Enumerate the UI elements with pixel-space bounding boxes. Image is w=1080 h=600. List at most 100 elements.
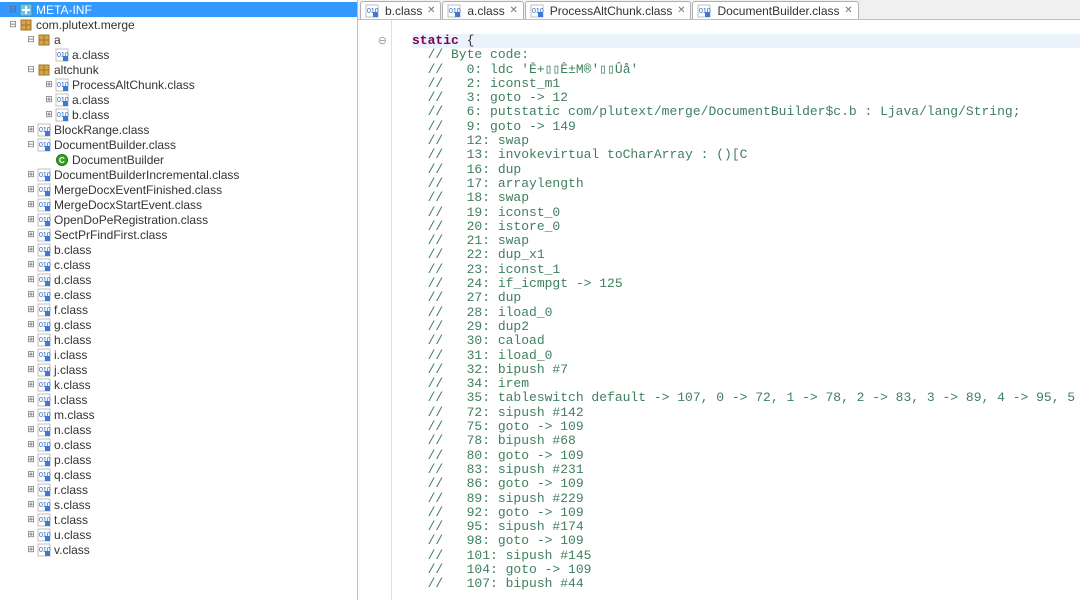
tree-item[interactable]: ⊞010OpenDoPeRegistration.class xyxy=(0,212,357,227)
tree-item[interactable]: ⊞010a.class xyxy=(0,47,357,62)
collapse-icon[interactable]: ⊟ xyxy=(8,20,18,30)
tree-item[interactable]: ⊞010n.class xyxy=(0,422,357,437)
expand-icon[interactable]: ⊞ xyxy=(26,485,36,495)
editor-tab[interactable]: 010DocumentBuilder.class✕ xyxy=(692,1,858,19)
expand-icon[interactable]: ⊞ xyxy=(26,455,36,465)
code-line[interactable]: // 12: swap xyxy=(412,134,1080,148)
code-line[interactable]: // 0: ldc 'Ě+▯▯Ê±M®'▯▯Ûå' xyxy=(412,63,1080,77)
tree-item[interactable]: ⊞010h.class xyxy=(0,332,357,347)
code-line[interactable]: // 28: iload_0 xyxy=(412,306,1080,320)
expand-icon[interactable]: ⊞ xyxy=(26,410,36,420)
code-line[interactable]: // 17: arraylength xyxy=(412,177,1080,191)
tree-item[interactable]: ⊞010MergeDocxStartEvent.class xyxy=(0,197,357,212)
code-line[interactable]: // 104: goto -> 109 xyxy=(412,563,1080,577)
tree-item[interactable]: ⊞CDocumentBuilder xyxy=(0,152,357,167)
tree-item[interactable]: ⊞010u.class xyxy=(0,527,357,542)
tree-item[interactable]: ⊞010f.class xyxy=(0,302,357,317)
expand-icon[interactable]: ⊞ xyxy=(26,530,36,540)
code-line[interactable]: // 3: goto -> 12 xyxy=(412,91,1080,105)
package-explorer[interactable]: ⊟META-INF⊟com.plutext.merge⊟a⊞010a.class… xyxy=(0,0,358,600)
close-icon[interactable]: ✕ xyxy=(676,5,686,16)
expand-icon[interactable]: ⊞ xyxy=(26,230,36,240)
code-line[interactable]: // 101: sipush #145 xyxy=(412,549,1080,563)
collapse-icon[interactable]: ⊟ xyxy=(26,140,36,150)
code-line[interactable]: // 29: dup2 xyxy=(412,320,1080,334)
expand-icon[interactable]: ⊞ xyxy=(26,545,36,555)
tree-item[interactable]: ⊟META-INF xyxy=(0,2,357,17)
expand-icon[interactable]: ⊞ xyxy=(26,440,36,450)
collapse-icon[interactable]: ⊟ xyxy=(26,35,36,45)
expand-icon[interactable]: ⊞ xyxy=(26,380,36,390)
tree-item[interactable]: ⊞010k.class xyxy=(0,377,357,392)
editor-tab[interactable]: 010b.class✕ xyxy=(360,1,441,19)
tree-item[interactable]: ⊟com.plutext.merge xyxy=(0,17,357,32)
code-line[interactable]: // 6: putstatic com/plutext/merge/Docume… xyxy=(412,105,1080,119)
code-line[interactable]: static { xyxy=(412,34,1080,48)
tree-item[interactable]: ⊞010p.class xyxy=(0,452,357,467)
code-line[interactable]: // 32: bipush #7 xyxy=(412,363,1080,377)
expand-icon[interactable]: ⊞ xyxy=(26,320,36,330)
expand-icon[interactable]: ⊞ xyxy=(26,200,36,210)
close-icon[interactable]: ✕ xyxy=(509,5,519,16)
editor-tab[interactable]: 010a.class✕ xyxy=(442,1,523,19)
tree-item[interactable]: ⊟a xyxy=(0,32,357,47)
collapse-icon[interactable]: ⊟ xyxy=(8,5,18,15)
close-icon[interactable]: ✕ xyxy=(426,5,436,16)
expand-icon[interactable]: ⊞ xyxy=(26,125,36,135)
tree-item[interactable]: ⊞010MergeDocxEventFinished.class xyxy=(0,182,357,197)
code-line[interactable]: // 89: sipush #229 xyxy=(412,492,1080,506)
code-line[interactable]: // 98: goto -> 109 xyxy=(412,534,1080,548)
tree-item[interactable]: ⊞010DocumentBuilderIncremental.class xyxy=(0,167,357,182)
code-line[interactable]: // 27: dup xyxy=(412,291,1080,305)
tree-item[interactable]: ⊞010d.class xyxy=(0,272,357,287)
fold-icon[interactable]: ⊖ xyxy=(358,34,391,48)
code-line[interactable]: // 18: swap xyxy=(412,191,1080,205)
code-line[interactable]: // 83: sipush #231 xyxy=(412,463,1080,477)
tree-item[interactable]: ⊞010c.class xyxy=(0,257,357,272)
code-line[interactable]: // 20: istore_0 xyxy=(412,220,1080,234)
expand-icon[interactable]: ⊞ xyxy=(44,95,54,105)
tree-item[interactable]: ⊞010b.class xyxy=(0,242,357,257)
expand-icon[interactable]: ⊞ xyxy=(26,335,36,345)
tree-item[interactable]: ⊞010j.class xyxy=(0,362,357,377)
code-line[interactable]: // 22: dup_x1 xyxy=(412,248,1080,262)
editor-tab[interactable]: 010ProcessAltChunk.class✕ xyxy=(525,1,692,19)
code-line[interactable]: // 13: invokevirtual toCharArray : ()[C xyxy=(412,148,1080,162)
code-line[interactable]: // 30: caload xyxy=(412,334,1080,348)
code-line[interactable]: // 92: goto -> 109 xyxy=(412,506,1080,520)
code-line[interactable]: // 23: iconst_1 xyxy=(412,263,1080,277)
expand-icon[interactable]: ⊞ xyxy=(26,245,36,255)
expand-icon[interactable]: ⊞ xyxy=(26,515,36,525)
collapse-icon[interactable]: ⊟ xyxy=(26,65,36,75)
code-line[interactable]: // Byte code: xyxy=(412,48,1080,62)
expand-icon[interactable]: ⊞ xyxy=(26,500,36,510)
code-line[interactable]: // 35: tableswitch default -> 107, 0 -> … xyxy=(412,391,1080,405)
tree-item[interactable]: ⊞010i.class xyxy=(0,347,357,362)
tree-item[interactable]: ⊞010r.class xyxy=(0,482,357,497)
code-line[interactable]: // 80: goto -> 109 xyxy=(412,449,1080,463)
code-line[interactable]: // 19: iconst_0 xyxy=(412,206,1080,220)
expand-icon[interactable]: ⊞ xyxy=(26,215,36,225)
tree-item[interactable]: ⊞010b.class xyxy=(0,107,357,122)
expand-icon[interactable]: ⊞ xyxy=(26,170,36,180)
code-line[interactable]: // 31: iload_0 xyxy=(412,349,1080,363)
tree-item[interactable]: ⊞010SectPrFindFirst.class xyxy=(0,227,357,242)
tree-item[interactable]: ⊞010BlockRange.class xyxy=(0,122,357,137)
expand-icon[interactable]: ⊞ xyxy=(44,80,54,90)
code-line[interactable]: // 9: goto -> 149 xyxy=(412,120,1080,134)
tree-item[interactable]: ⊟010DocumentBuilder.class xyxy=(0,137,357,152)
tree-item[interactable]: ⊞010o.class xyxy=(0,437,357,452)
expand-icon[interactable]: ⊞ xyxy=(26,290,36,300)
expand-icon[interactable]: ⊞ xyxy=(26,350,36,360)
tree-item[interactable]: ⊞010l.class xyxy=(0,392,357,407)
expand-icon[interactable]: ⊞ xyxy=(26,365,36,375)
expand-icon[interactable]: ⊞ xyxy=(26,425,36,435)
tree-item[interactable]: ⊞010g.class xyxy=(0,317,357,332)
expand-icon[interactable]: ⊞ xyxy=(26,275,36,285)
expand-icon[interactable]: ⊞ xyxy=(26,185,36,195)
code-area[interactable]: static { // Byte code: // 0: ldc 'Ě+▯▯Ê±… xyxy=(392,20,1080,600)
expand-icon[interactable]: ⊞ xyxy=(44,110,54,120)
tree-item[interactable]: ⊞010q.class xyxy=(0,467,357,482)
code-line[interactable]: // 78: bipush #68 xyxy=(412,434,1080,448)
close-icon[interactable]: ✕ xyxy=(844,5,854,16)
